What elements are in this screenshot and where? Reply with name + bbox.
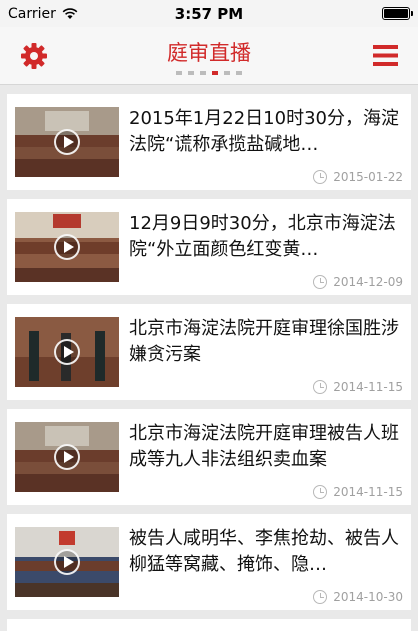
list-item[interactable]: 北京市海淀法院开庭审理徐国胜涉嫌贪污案 2014-11-15 (7, 304, 411, 400)
battery-icon (382, 7, 413, 20)
clock-icon (313, 275, 328, 289)
page-dot (200, 71, 206, 75)
item-title: 北京市海淀法院开庭审理被告人班成等九人非法组织卖血案 (129, 423, 399, 470)
video-thumbnail (15, 527, 119, 597)
item-title: 被告人咸明华、李焦抢劫、被告人柳猛等窝藏、掩饰、隐… (129, 528, 399, 575)
play-icon (54, 129, 80, 155)
list-item[interactable] (7, 619, 411, 631)
page-dot (212, 71, 218, 75)
video-thumbnail (15, 317, 119, 387)
item-date-row: 2014-12-09 (313, 275, 403, 289)
nav-bar: 庭审直播 (0, 27, 418, 85)
item-date: 2014-11-15 (333, 485, 403, 499)
item-date: 2015-01-22 (333, 170, 403, 184)
video-thumbnail (15, 422, 119, 492)
play-icon (54, 549, 80, 575)
item-title: 北京市海淀法院开庭审理徐国胜涉嫌贪污案 (129, 318, 399, 365)
clock-icon (313, 590, 328, 604)
video-thumbnail (15, 212, 119, 282)
page-dot (224, 71, 230, 75)
wifi-icon (62, 7, 78, 19)
video-thumbnail (15, 107, 119, 177)
hamburger-menu-icon[interactable] (373, 45, 398, 66)
play-icon (54, 234, 80, 260)
item-date-row: 2014-11-15 (313, 485, 403, 499)
page-indicator (0, 71, 418, 75)
page-dot (236, 71, 242, 75)
page-dot (176, 71, 182, 75)
clock-icon (313, 170, 328, 184)
item-title: 12月9日9时30分，北京市海淀法院“外立面颜色红变黄… (129, 213, 396, 260)
list-item[interactable]: 2015年1月22日10时30分，海淀法院“谎称承揽盐碱地… 2015-01-2… (7, 94, 411, 190)
carrier-label: Carrier (8, 5, 56, 22)
list-item[interactable]: 12月9日9时30分，北京市海淀法院“外立面颜色红变黄… 2014-12-09 (7, 199, 411, 295)
page-title: 庭审直播 (167, 41, 251, 65)
play-icon (54, 444, 80, 470)
list-item[interactable]: 被告人咸明华、李焦抢劫、被告人柳猛等窝藏、掩饰、隐… 2014-10-30 (7, 514, 411, 610)
item-title: 2015年1月22日10时30分，海淀法院“谎称承揽盐碱地… (129, 108, 399, 155)
list-item[interactable]: 北京市海淀法院开庭审理被告人班成等九人非法组织卖血案 2014-11-15 (7, 409, 411, 505)
clock-icon (313, 380, 328, 394)
item-date: 2014-10-30 (333, 590, 403, 604)
item-date-row: 2014-10-30 (313, 590, 403, 604)
item-date: 2014-12-09 (333, 275, 403, 289)
status-bar: Carrier 3:57 PM (0, 0, 418, 27)
page-dot (188, 71, 194, 75)
item-date: 2014-11-15 (333, 380, 403, 394)
clock-icon (313, 485, 328, 499)
play-icon (54, 339, 80, 365)
item-date-row: 2015-01-22 (313, 170, 403, 184)
status-left: Carrier (8, 6, 78, 22)
item-date-row: 2014-11-15 (313, 380, 403, 394)
